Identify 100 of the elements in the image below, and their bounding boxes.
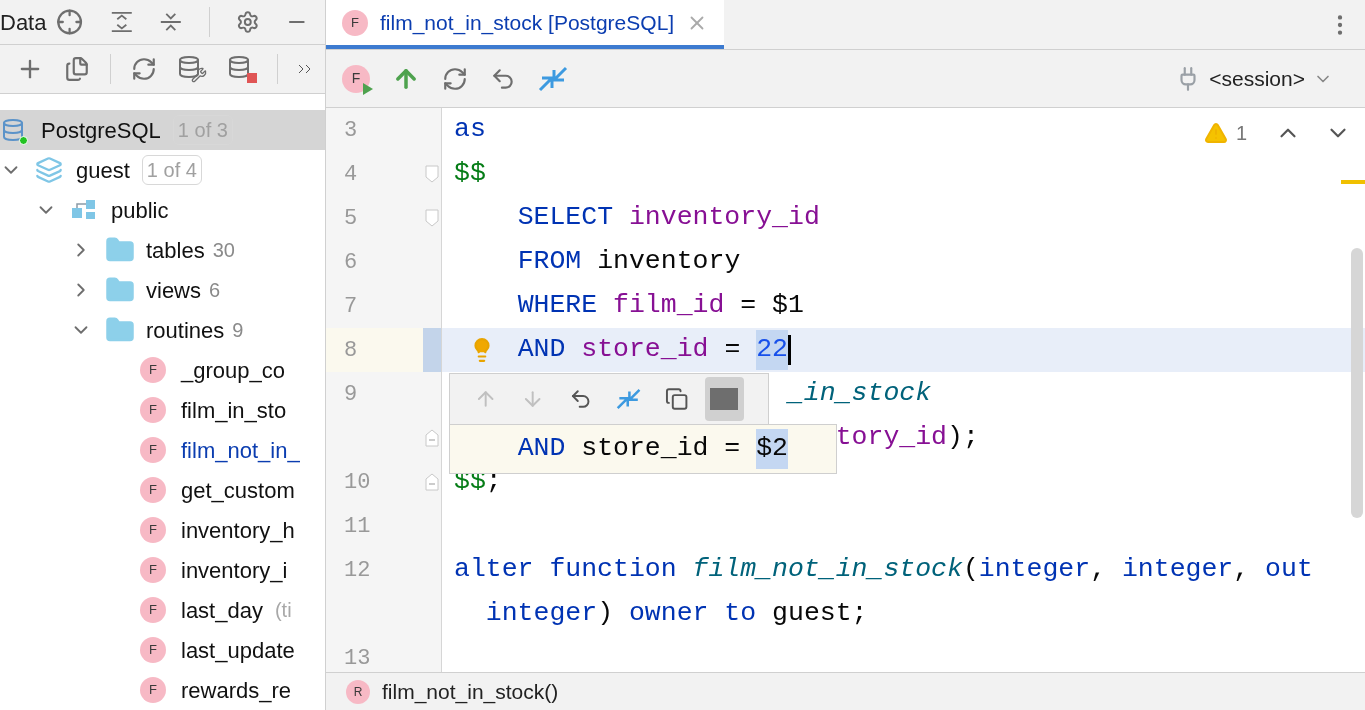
- tree-item[interactable]: F film_not_in_: [0, 430, 325, 470]
- tree-item[interactable]: F get_custom: [0, 470, 325, 510]
- code-token: alter function: [454, 553, 677, 587]
- tree-item[interactable]: public: [0, 190, 325, 230]
- function-badge-icon: F: [140, 597, 166, 623]
- tree-item[interactable]: views 6: [0, 270, 325, 310]
- code-token: as: [454, 113, 486, 147]
- text-cursor: [788, 335, 791, 365]
- code-token: SELECT: [517, 201, 614, 235]
- breadcrumb-item[interactable]: film_not_in_stock(): [382, 675, 559, 708]
- code-token: $2: [756, 429, 788, 469]
- function-badge-icon: F: [140, 437, 166, 463]
- line-number: 5: [344, 204, 358, 233]
- line-number: 7: [344, 292, 358, 321]
- more-icon[interactable]: [298, 63, 312, 76]
- line-number: 9: [344, 380, 358, 409]
- scrollbar-thumb[interactable]: [1351, 248, 1363, 518]
- code-token: inventory_id: [628, 201, 820, 235]
- fold-marker-icon[interactable]: [424, 164, 441, 184]
- tree-item-label: last_day: [181, 596, 263, 625]
- function-badge-icon: F: [140, 677, 166, 703]
- item-detail: (ti: [274, 598, 292, 623]
- tree-item-label: rewards_re: [181, 676, 292, 705]
- warning-count[interactable]: 1: [1235, 118, 1247, 148]
- tree-item-label: _group_co: [181, 356, 285, 385]
- tree-item-label: tables: [146, 236, 205, 265]
- tree-item[interactable]: F last_update: [0, 630, 325, 670]
- tree-item[interactable]: guest 1 of 4: [0, 150, 325, 190]
- line-number: 3: [344, 116, 358, 145]
- tree-item-label: inventory_h: [181, 516, 295, 545]
- code-token: store_id: [581, 333, 709, 367]
- code-token: FROM: [517, 245, 582, 279]
- code-token: owner to: [628, 597, 757, 631]
- database-stop-icon[interactable]: [227, 55, 257, 84]
- item-count: 6: [209, 278, 221, 303]
- warning-stripe: [1341, 180, 1365, 184]
- count-badge: 1 of 4: [141, 155, 202, 185]
- tree-item[interactable]: routines 9: [0, 310, 325, 350]
- tree-item-label: views: [146, 276, 201, 305]
- function-badge-icon: F: [342, 9, 368, 36]
- function-badge-icon: F: [140, 517, 166, 543]
- tree-item-label: PostgreSQL: [41, 116, 161, 145]
- code-token: store_id =: [581, 432, 742, 466]
- tree-item[interactable]: tables 30: [0, 230, 325, 270]
- code-token: ,: [1233, 553, 1251, 587]
- code-token: tory_id: [835, 421, 947, 455]
- code-token: film_id: [613, 289, 725, 323]
- tree-item[interactable]: F inventory_h: [0, 510, 325, 550]
- code-token: integer: [485, 597, 598, 631]
- copy-icon[interactable]: [665, 386, 689, 412]
- code-token: out: [1265, 553, 1313, 587]
- code-token: (: [962, 553, 979, 587]
- code-token: _in_stock: [787, 377, 932, 411]
- code-token: film_not_in_stock: [692, 553, 963, 587]
- tree-item[interactable]: F last_day (ti: [0, 590, 325, 630]
- code-token: 22: [756, 330, 788, 370]
- code-token: AND: [517, 432, 566, 466]
- panel-title: Data: [0, 8, 47, 37]
- fold-marker-icon[interactable]: [424, 208, 441, 228]
- function-badge-icon: F: [140, 557, 166, 583]
- code-token: guest;: [772, 597, 868, 631]
- code-token: );: [947, 421, 979, 455]
- code-token: ): [597, 597, 615, 631]
- refresh-icon[interactable]: [442, 65, 468, 92]
- database-wrench-icon[interactable]: [177, 55, 207, 84]
- code-token: AND: [517, 333, 566, 367]
- function-badge-icon: F: [140, 357, 166, 383]
- function-badge-icon: F: [140, 397, 166, 423]
- tree-item-label: last_update: [181, 636, 295, 665]
- function-badge-icon: R: [346, 679, 370, 704]
- line-number: 8: [344, 336, 358, 365]
- tree-item[interactable]: F _group_co: [0, 350, 325, 390]
- line-number: 11: [344, 512, 371, 541]
- line-number: 10: [344, 468, 371, 497]
- tree-item[interactable]: F film_in_sto: [0, 390, 325, 430]
- editor-tab[interactable]: F film_not_in_stock [PostgreSQL]: [326, 0, 725, 49]
- tree-item-label: guest: [76, 156, 130, 185]
- refresh-icon[interactable]: [131, 56, 157, 83]
- tree-item[interactable]: F inventory_i: [0, 550, 325, 590]
- line-number: 4: [344, 160, 358, 189]
- session-selector[interactable]: <session>: [1175, 62, 1349, 95]
- settings-icon[interactable]: [235, 9, 260, 36]
- item-count: 9: [232, 318, 244, 343]
- tree-item-label: film_in_sto: [181, 396, 287, 425]
- tree-item-label: public: [111, 196, 169, 225]
- tree-item-label: routines: [146, 316, 225, 345]
- tree-item-label: inventory_i: [181, 556, 288, 585]
- code-token: WHERE: [517, 289, 598, 323]
- item-count: 30: [212, 238, 235, 263]
- copy-icon[interactable]: [64, 56, 90, 83]
- function-badge-icon: F: [140, 637, 166, 663]
- line-number: 13: [344, 644, 371, 672]
- tree-item[interactable]: F rewards_re: [0, 670, 325, 710]
- code-token: ;: [485, 465, 502, 499]
- line-number: 6: [344, 248, 358, 277]
- code-token: = $1: [740, 289, 804, 323]
- line-number: 12: [344, 556, 371, 585]
- code-token: inventory: [597, 245, 741, 279]
- tree-item-label: get_custom: [181, 476, 295, 505]
- run-function-icon[interactable]: F: [342, 64, 370, 93]
